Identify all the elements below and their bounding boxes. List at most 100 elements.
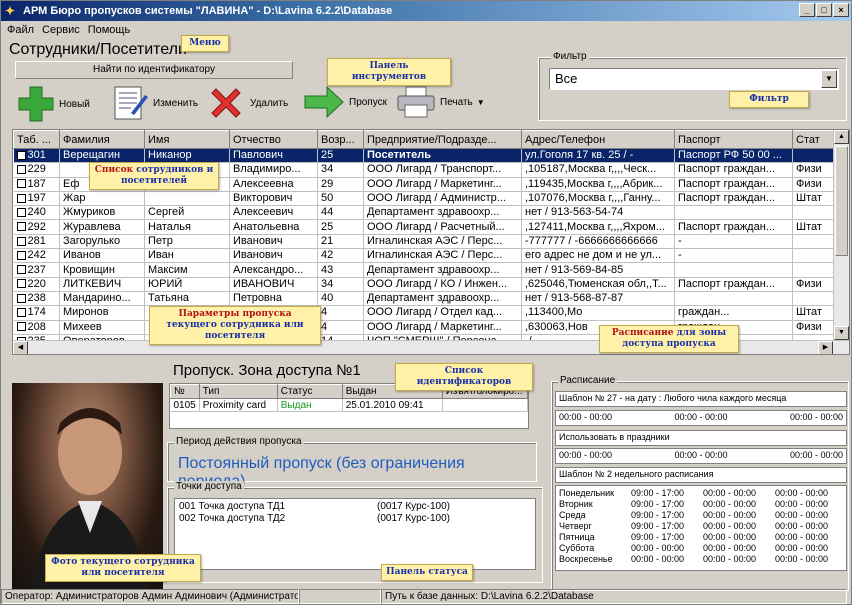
vertical-scrollbar[interactable]: ▲ ▼ [833, 130, 849, 340]
table-row[interactable]: 238 Мандарино... Татьяна Петровна 40 Департам… [13, 291, 837, 307]
table-cell [792, 205, 837, 221]
weekday-cell: 00:00 - 00:00 [703, 521, 757, 531]
column-header[interactable]: Возр... [317, 130, 364, 149]
row-checkbox[interactable] [16, 308, 26, 317]
cell-text: 43 [321, 263, 334, 276]
chevron-down-icon[interactable]: ▼ [821, 70, 837, 88]
print-button[interactable]: Печать ▼ [396, 85, 485, 119]
column-header[interactable]: Имя [144, 130, 230, 149]
cell-text: 29 [321, 177, 334, 190]
scroll-right-icon[interactable]: ▶ [818, 341, 833, 354]
cell-text: ООО Лигард / Расчетный... [367, 220, 505, 233]
cell-text: Никанор [148, 149, 192, 162]
table-cell: его адрес не дом и не ул... [521, 248, 675, 264]
callout-menu: Меню [181, 35, 229, 52]
column-header[interactable]: Предприятие/Подразде... [363, 130, 522, 149]
scroll-thumb[interactable] [835, 146, 848, 256]
table-cell: Паспорт РФ 50 00 ... [674, 148, 793, 164]
delete-button[interactable]: Удалить [206, 83, 288, 123]
scroll-left-icon[interactable]: ◀ [13, 341, 28, 354]
table-row[interactable]: 197 Жар Викторович 50 ООО Лигард / Администр… [13, 191, 837, 207]
id-column-header[interactable]: № [170, 384, 200, 399]
cell-text: Иванович [233, 249, 283, 262]
access-point-item[interactable]: 002 Точка доступа ТД2 (0017 Курс-100) [179, 513, 531, 525]
filter-select[interactable]: Все ▼ [549, 68, 839, 90]
table-row[interactable]: 220 ЛИТКЕВИЧ ЮРИЙ ИВАНОВИЧ 34 ООО Лигард / КО… [13, 277, 837, 292]
time-cell: 00:00 - 00:00 [559, 450, 613, 460]
row-checkbox[interactable] [16, 322, 26, 332]
cell-text: Физи [796, 177, 822, 190]
row-checkbox[interactable] [16, 165, 26, 175]
scroll-down-icon[interactable]: ▼ [834, 326, 849, 340]
row-checkbox[interactable] [16, 250, 26, 260]
cell-text: Наталья [148, 220, 191, 233]
table-cell: 44 [317, 205, 364, 221]
status-empty [299, 589, 381, 604]
table-cell: Загорулько [59, 234, 145, 250]
row-checkbox[interactable] [16, 222, 26, 232]
row-checkbox[interactable] [16, 265, 26, 275]
cell-text: Алексеевич [233, 206, 294, 219]
table-row[interactable]: 242 Иванов Иван Иванович 42 Игналинская АЭС /… [13, 248, 837, 264]
table-cell: 4 [317, 305, 364, 321]
table-cell: -777777 / -6666666666666 [521, 234, 675, 250]
weekday-cell: 09:00 - 17:00 [631, 532, 685, 542]
table-cell: 208 [13, 320, 60, 335]
cell-text: Павлович [233, 149, 283, 162]
menu-help[interactable]: Помощь [88, 24, 131, 36]
weekday-cell: 00:00 - 00:00 [703, 510, 757, 520]
close-button[interactable]: × [833, 3, 849, 17]
table-row[interactable]: 174 Миронов 4 ООО Лигард / Отдел кад... ,113… [13, 305, 837, 321]
scroll-up-icon[interactable]: ▲ [834, 130, 849, 144]
menu-service[interactable]: Сервис [42, 24, 80, 36]
minimize-button[interactable]: _ [799, 3, 815, 17]
cell-text: ООО Лигард / Маркетинг... [367, 177, 502, 190]
cell-text: Департамент здравоохр... [367, 263, 500, 276]
id-column-header[interactable]: Тип [198, 384, 278, 399]
row-checkbox[interactable] [16, 207, 26, 217]
maximize-button[interactable]: □ [816, 3, 832, 17]
row-checkbox[interactable] [16, 179, 26, 189]
new-button[interactable]: Новый [17, 85, 90, 123]
edit-button[interactable]: Изменить [111, 83, 198, 123]
weekday-row: Пятница 09:00 - 17:00 00:00 - 00:00 00:00 -… [559, 532, 843, 543]
row-checkbox[interactable] [16, 193, 26, 203]
table-cell: Штат [792, 305, 837, 321]
id-column-header[interactable]: Статус [276, 384, 343, 399]
table-cell: ул.Гоголя 17 кв. 25 / - [521, 148, 675, 164]
row-checkbox[interactable] [16, 236, 26, 246]
table-row[interactable]: 281 Загорулько Петр Иванович 21 Игналинская А… [13, 234, 837, 250]
title-bar[interactable]: ✦ АРМ Бюро пропусков системы "ЛАВИНА" - … [1, 1, 851, 21]
cell-text: граждан... [678, 306, 730, 319]
column-header[interactable]: Отчество [229, 130, 318, 149]
table-cell: ООО Лигард / Транспорт... [363, 162, 522, 178]
column-header[interactable]: Таб. ... [13, 130, 60, 149]
cell-text: Департамент здравоохр... [367, 206, 500, 219]
column-header[interactable]: Фамилия [59, 130, 145, 149]
column-header[interactable]: Стат [792, 130, 837, 149]
row-checkbox[interactable] [16, 150, 26, 160]
template-2-field: Шаблон № 2 недельного расписания [555, 467, 847, 483]
edit-document-icon [114, 86, 148, 120]
table-row[interactable]: 301 Верещагин Никанор Павлович 25 Посетитель у… [13, 148, 837, 164]
table-row[interactable]: 292 Журавлева Наталья Анатольевна 25 ООО Лига… [13, 219, 837, 235]
row-checkbox[interactable] [16, 279, 26, 289]
template-27-field: Шаблон № 27 - на дату : Любого чила кажд… [555, 391, 847, 407]
find-by-id-button[interactable]: Найти по идентификатору [15, 61, 293, 79]
cell-text: ,630063,Нов [525, 320, 588, 333]
chevron-down-icon[interactable]: ▼ [477, 98, 485, 107]
cell-text: Игналинская АЭС / Перс... [367, 234, 503, 247]
column-header[interactable]: Адрес/Телефон [521, 130, 675, 149]
menu-file[interactable]: Файл [7, 24, 34, 36]
id-row[interactable]: 0105 Proximity card Выдан 25.01.2010 09:41 [170, 398, 529, 412]
column-header[interactable]: Паспорт [674, 130, 793, 149]
access-point-item[interactable]: 001 Точка доступа ТД1 (0017 Курс-100) [179, 501, 531, 513]
table-row[interactable]: 240 Жмуриков Сергей Алексеевич 44 Департамент… [13, 205, 837, 221]
table-cell: Жар [59, 191, 145, 207]
access-points-list[interactable]: 001 Точка доступа ТД1 (0017 Курс-100) 002 … [174, 498, 536, 570]
pass-button[interactable]: Пропуск [303, 85, 387, 119]
row-checkbox[interactable] [16, 293, 26, 303]
weekday-cell: 00:00 - 00:00 [631, 554, 685, 564]
table-row[interactable]: 237 Кровищин Максим Александро... 43 Департам… [13, 262, 837, 278]
table-cell: Алексеевич [229, 205, 318, 221]
